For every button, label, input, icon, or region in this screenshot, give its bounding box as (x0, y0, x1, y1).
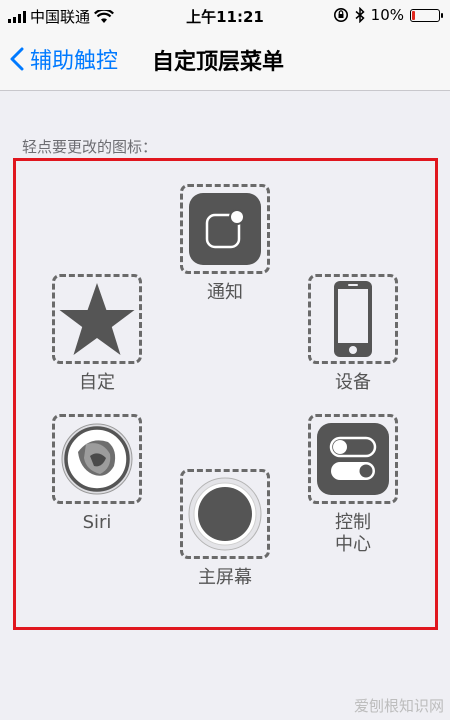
menu-item-label: 通知 (207, 282, 243, 303)
menu-tile (308, 414, 398, 504)
menu-item-label: 自定 (79, 372, 115, 393)
siri-icon (61, 423, 133, 495)
bluetooth-icon (355, 7, 365, 23)
highlight-frame: 通知 自定 设备 Siri 控制 中心 主屏幕 (13, 158, 438, 630)
menu-item-label: 控制 中心 (335, 512, 371, 555)
menu-item-label: 主屏幕 (198, 567, 252, 588)
navigation-bar: 辅助触控 自定顶层菜单 (0, 30, 450, 91)
star-icon (59, 283, 135, 355)
watermark: 爱刨根知识网 (353, 697, 444, 715)
menu-item-label: Siri (82, 512, 112, 533)
menu-item-control-center[interactable]: 控制 中心 (308, 414, 398, 556)
battery-level-fill (412, 10, 415, 20)
control-center-icon (317, 423, 389, 495)
status-bar: 中国联通 上午11:21 10% (0, 0, 450, 30)
phone-device-icon (334, 281, 372, 357)
back-button-label: 辅助触控 (30, 49, 119, 74)
menu-item-label: 设备 (335, 372, 371, 393)
menu-item-siri[interactable]: Siri (52, 414, 142, 534)
notification-icon (189, 193, 261, 265)
battery-percent: 10% (370, 6, 404, 24)
menu-tile (180, 184, 270, 274)
status-right: 10% (333, 6, 443, 24)
section-label: 轻点要更改的图标： (22, 138, 158, 156)
menu-tile (180, 469, 270, 559)
chevron-left-icon (10, 47, 24, 71)
menu-tile (52, 414, 142, 504)
battery-icon (410, 8, 443, 22)
menu-item-device[interactable]: 设备 (308, 274, 398, 394)
menu-item-notification[interactable]: 通知 (180, 184, 270, 304)
page-title: 自定顶层菜单 (152, 50, 285, 75)
menu-item-home[interactable]: 主屏幕 (180, 469, 270, 589)
menu-tile (308, 274, 398, 364)
orientation-lock-icon (333, 8, 348, 22)
home-button-icon (188, 477, 262, 551)
menu-tile (52, 274, 142, 364)
menu-item-custom[interactable]: 自定 (52, 274, 142, 394)
back-button[interactable]: 辅助触控 (10, 43, 118, 75)
